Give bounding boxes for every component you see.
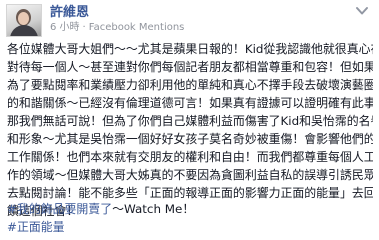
avatar-face xyxy=(18,12,29,25)
post-body-line: 作的領域～但媒體大哥大姊真的不要因為貪圖利益自私的誤導引誘民眾 xyxy=(7,168,373,182)
post-app[interactable]: Facebook Mentions xyxy=(89,22,185,34)
facebook-post: 許維恩 6 小時 · Facebook Mentions 各位媒體大哥大姐們～～… xyxy=(0,0,379,240)
post-time[interactable]: 6 小時 xyxy=(50,22,80,34)
post-body-line: 對待每一個人～甚至連對你們每個記者朋友都相當尊重和包容！但如果 xyxy=(7,60,373,74)
avatar-shoulders xyxy=(10,25,38,36)
author-name[interactable]: 許維恩 xyxy=(50,5,89,20)
post-body-line: 工作關係！也們本來就有交朋友的權利和自由！而我們都尊重每個人工 xyxy=(7,150,373,164)
post-body-line: 和形象～尤其是吳怡霈一個好好女孩子莫名奇妙被重傷！會影響他們的 xyxy=(7,132,373,146)
hashtag-link-positive-energy[interactable]: #正面能量 xyxy=(7,220,65,234)
post-hashtags: #我的飾品要開賣了～Watch Me！ #正面能量 xyxy=(7,200,194,236)
post-body-line: 各位媒體大哥大姐們～～尤其是蘋果日報的！Kid從我認識他就很真心在 xyxy=(7,42,373,56)
post-body-line: 那我們無話可說！但為了你們自己媒體利益而傷害了Kid和吳怡霈的名譽 xyxy=(7,114,373,128)
author-avatar[interactable] xyxy=(6,4,42,37)
hashtag-link-jewelry[interactable]: #我的飾品要開賣了 xyxy=(7,202,112,216)
hashtag-suffix: ～Watch Me！ xyxy=(112,202,195,216)
hashtag-line: #我的飾品要開賣了～Watch Me！ xyxy=(7,200,194,218)
post-meta: 6 小時 · Facebook Mentions xyxy=(50,22,184,34)
post-body-line: 的和諧關係～已經沒有倫理道德可言！如果真有證據可以證明確有此事 xyxy=(7,96,373,110)
post-header: 許維恩 6 小時 · Facebook Mentions xyxy=(0,0,379,38)
chevron-down-icon[interactable] xyxy=(355,5,369,17)
post-body-line: 為了要點閱率和業績壓力卻利用他的單純和真心不擇手段去破壞演藝圈 xyxy=(7,78,373,92)
meta-separator: · xyxy=(82,22,86,33)
hashtag-line: #正面能量 xyxy=(7,218,194,236)
post-body: 各位媒體大哥大姐們～～尤其是蘋果日報的！Kid從我認識他就很真心在 對待每一個人… xyxy=(7,40,373,220)
